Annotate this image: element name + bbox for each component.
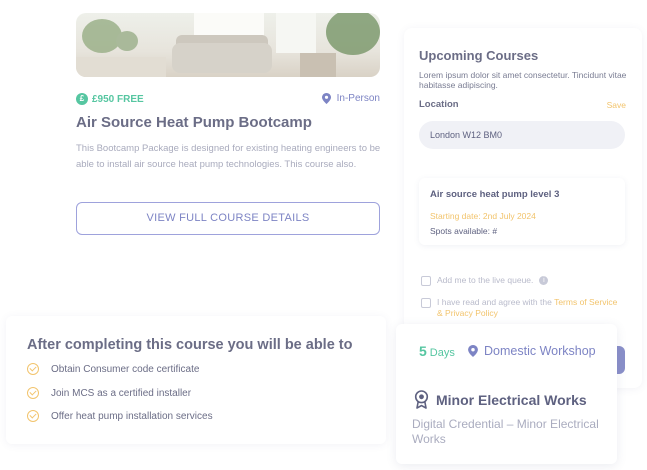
check-circle-icon (27, 387, 39, 399)
session-card[interactable]: Air source heat pump level 3 Starting da… (419, 178, 625, 245)
outcome-text: Join MCS as a certified installer (51, 387, 192, 399)
duration-number: 5 (419, 343, 427, 359)
award-badge-icon (414, 390, 429, 409)
outcomes-card: After completing this course you will be… (6, 316, 386, 444)
outcome-item: Obtain Consumer code certificate (27, 363, 199, 375)
overview-location: Domestic Workshop (468, 344, 596, 358)
location-pin-icon (468, 345, 478, 357)
session-name: Air source heat pump level 3 (430, 189, 560, 200)
overview-location-text: Domestic Workshop (484, 344, 596, 358)
terms-option: I have read and agree with the Terms of … (421, 297, 621, 319)
booking-intro: Lorem ipsum dolor sit amet consectetur. … (419, 70, 627, 90)
save-link[interactable]: Save (607, 100, 626, 110)
location-pin-icon (321, 93, 331, 104)
queue-label: Add me to the live queue. (437, 275, 534, 285)
session-start-date: Starting date: 2nd July 2024 (430, 211, 536, 221)
check-circle-icon (27, 410, 39, 422)
price-tag: £ £950 FREE (76, 93, 144, 105)
price-text: £950 FREE (92, 93, 144, 105)
course-title: Air Source Heat Pump Bootcamp (76, 114, 312, 131)
outcome-text: Obtain Consumer code certificate (51, 363, 200, 375)
view-course-details-button[interactable]: VIEW FULL COURSE DETAILS (76, 202, 380, 235)
outcome-text: Offer heat pump installation services (51, 410, 213, 422)
course-description: This Bootcamp Package is designed for ex… (76, 143, 381, 170)
terms-checkbox[interactable] (421, 298, 431, 308)
delivery-text: In-Person (336, 93, 380, 104)
duration: 5 Days (419, 343, 455, 359)
outcome-item: Offer heat pump installation services (27, 410, 213, 422)
outcome-item: Join MCS as a certified installer (27, 387, 191, 399)
upcoming-courses-title: Upcoming Courses (419, 48, 539, 63)
location-input[interactable] (419, 121, 625, 149)
info-icon[interactable]: i (539, 276, 549, 285)
outcomes-title: After completing this course you will be… (27, 337, 353, 353)
credential-subtitle: Digital Credential – Minor Electrical Wo… (412, 417, 599, 446)
location-label: Location (419, 99, 459, 110)
delivery-mode: In-Person (321, 93, 380, 104)
credential-title: Minor Electrical Works (414, 390, 587, 409)
terms-text: I have read and agree with the (437, 297, 552, 307)
session-spots: Spots available: # (430, 226, 498, 236)
duration-unit: Days (429, 347, 455, 359)
course-image (76, 13, 380, 77)
queue-option: Add me to the live queue. i (421, 275, 549, 286)
course-meta-row: £ £950 FREE In-Person (76, 93, 380, 109)
credential-title-text: Minor Electrical Works (436, 391, 587, 408)
check-circle-icon (27, 363, 39, 375)
queue-checkbox[interactable] (421, 276, 431, 286)
pound-icon: £ (76, 93, 88, 105)
course-overview-card: 5 Days Domestic Workshop Minor Electrica… (396, 324, 617, 464)
